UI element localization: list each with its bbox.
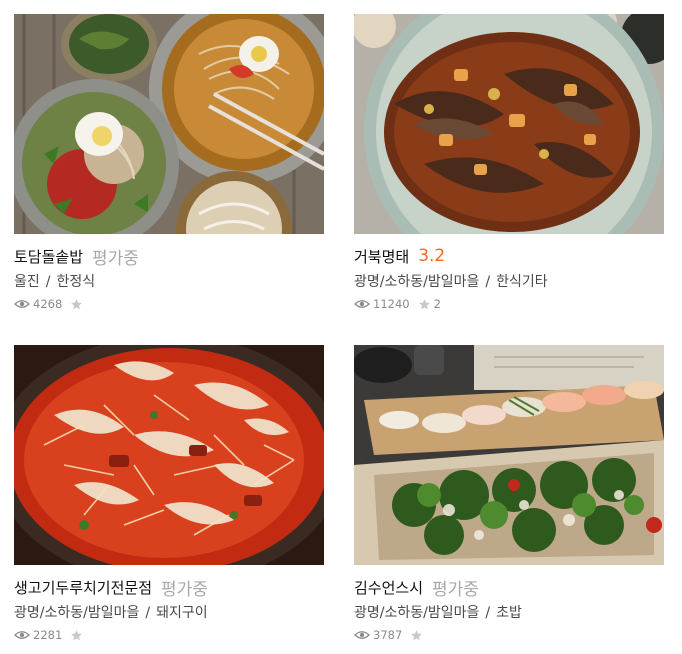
likes-stat <box>410 629 426 642</box>
restaurant-category: 한정식 <box>56 274 96 290</box>
meta-separator: / <box>485 605 491 621</box>
star-icon <box>411 629 423 640</box>
views-stat: 11240 <box>354 297 410 311</box>
eye-icon <box>354 300 370 308</box>
restaurant-card[interactable]: 토담돌솥밥 평가중 울진 / 한정식 4268 <box>14 14 324 311</box>
restaurant-rating: 평가중 <box>432 579 479 600</box>
views-count: 2281 <box>33 628 63 642</box>
restaurant-meta: 광명/소하동/밤일마을 / 한식기타 <box>354 271 664 291</box>
restaurant-category: 한식기타 <box>496 274 548 290</box>
food-photo-myeongtae <box>354 14 664 234</box>
restaurant-category: 초밥 <box>496 605 522 621</box>
restaurant-name[interactable]: 토담돌솥밥 <box>14 246 83 267</box>
restaurant-meta: 광명/소하동/밤일마을 / 돼지구이 <box>14 602 324 622</box>
likes-stat <box>70 629 86 642</box>
restaurant-thumbnail[interactable] <box>354 14 664 234</box>
views-count: 3787 <box>373 628 403 642</box>
star-icon <box>418 298 430 309</box>
restaurant-location: 광명/소하동/밤일마을 <box>354 605 480 621</box>
restaurant-thumbnail[interactable] <box>14 345 324 565</box>
restaurant-thumbnail[interactable] <box>14 14 324 234</box>
meta-separator: / <box>145 605 151 621</box>
eye-icon <box>14 300 30 308</box>
star-icon <box>71 298 83 309</box>
restaurant-grid: 토담돌솥밥 평가중 울진 / 한정식 4268 거북명태 3.2 광명/소하동/… <box>14 14 664 642</box>
likes-stat: 2 <box>418 297 441 311</box>
restaurant-location: 울진 <box>14 274 40 290</box>
eye-icon <box>14 631 30 639</box>
restaurant-rating: 평가중 <box>92 248 139 269</box>
restaurant-stats: 2281 <box>14 628 324 642</box>
meta-separator: / <box>45 274 51 290</box>
likes-count: 2 <box>433 297 441 311</box>
food-photo-sushi <box>354 345 664 565</box>
restaurant-card[interactable]: 김수언스시 평가중 광명/소하동/밤일마을 / 초밥 3787 <box>354 345 664 642</box>
restaurant-rating: 3.2 <box>418 246 446 266</box>
restaurant-location: 광명/소하동/밤일마을 <box>354 274 480 290</box>
food-photo-duruchigi <box>14 345 324 565</box>
restaurant-stats: 11240 2 <box>354 297 664 311</box>
views-stat: 4268 <box>14 297 62 311</box>
star-icon <box>71 629 83 640</box>
restaurant-thumbnail[interactable] <box>354 345 664 565</box>
restaurant-stats: 4268 <box>14 297 324 311</box>
meta-separator: / <box>485 274 491 290</box>
views-count: 4268 <box>33 297 63 311</box>
restaurant-meta: 광명/소하동/밤일마을 / 초밥 <box>354 602 664 622</box>
restaurant-card[interactable]: 생고기두루치기전문점 평가중 광명/소하동/밤일마을 / 돼지구이 2281 <box>14 345 324 642</box>
title-row: 거북명태 3.2 <box>354 244 664 268</box>
restaurant-name[interactable]: 김수언스시 <box>354 577 423 598</box>
restaurant-stats: 3787 <box>354 628 664 642</box>
title-row: 토담돌솥밥 평가중 <box>14 244 324 269</box>
restaurant-name[interactable]: 생고기두루치기전문점 <box>14 577 152 598</box>
views-count: 11240 <box>373 297 410 311</box>
title-row: 생고기두루치기전문점 평가중 <box>14 575 324 600</box>
title-row: 김수언스시 평가중 <box>354 575 664 600</box>
restaurant-location: 광명/소하동/밤일마을 <box>14 605 140 621</box>
restaurant-meta: 울진 / 한정식 <box>14 271 324 291</box>
views-stat: 3787 <box>354 628 402 642</box>
restaurant-card[interactable]: 거북명태 3.2 광명/소하동/밤일마을 / 한식기타 11240 2 <box>354 14 664 311</box>
restaurant-rating: 평가중 <box>161 579 208 600</box>
restaurant-category: 돼지구이 <box>156 605 208 621</box>
eye-icon <box>354 631 370 639</box>
food-photo-naengmyeon <box>14 14 324 234</box>
views-stat: 2281 <box>14 628 62 642</box>
likes-stat <box>70 298 86 311</box>
restaurant-name[interactable]: 거북명태 <box>354 246 409 267</box>
